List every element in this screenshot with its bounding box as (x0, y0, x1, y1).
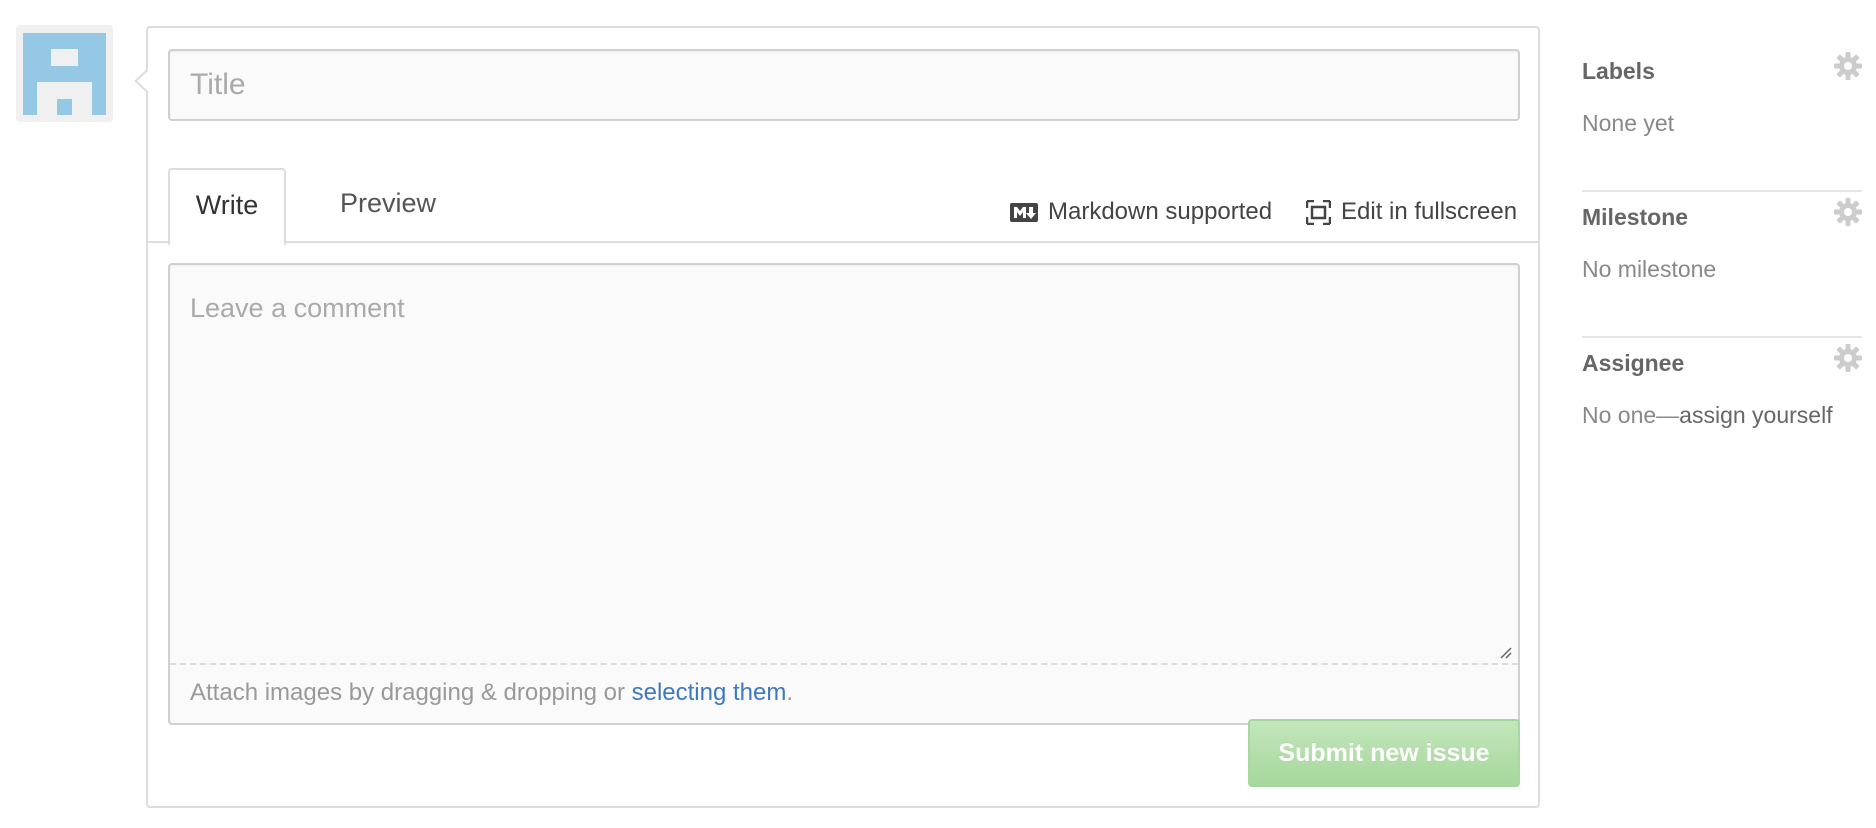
tab-preview[interactable]: Preview (316, 168, 460, 243)
fullscreen-icon (1306, 199, 1331, 225)
assignee-value: No one—assign yourself (1582, 402, 1833, 429)
issue-composer: Write Preview Markdown supported Edit in… (134, 26, 1540, 808)
attach-text: Attach images by dragging & dropping or (190, 679, 632, 706)
title-input[interactable] (168, 49, 1520, 121)
markdown-label: Markdown supported (1048, 198, 1273, 225)
editor-tabs: Write Preview Markdown supported Edit in… (148, 142, 1538, 245)
comment-textarea[interactable] (170, 265, 1518, 663)
labels-value: None yet (1582, 110, 1675, 136)
select-files-link[interactable]: selecting them (632, 679, 787, 706)
assignee-heading: Assignee (1582, 350, 1685, 376)
tab-write[interactable]: Write (168, 168, 286, 245)
milestone-heading: Milestone (1582, 204, 1689, 230)
attach-drop-zone[interactable]: Attach images by dragging & dropping or … (170, 663, 1518, 723)
attach-suffix: . (786, 679, 794, 706)
assignee-gear-icon[interactable] (1834, 344, 1862, 372)
labels-section: Labels None yet (1582, 46, 1862, 192)
submit-new-issue-button[interactable]: Submit new issue (1248, 719, 1520, 787)
fullscreen-button[interactable]: Edit in fullscreen (1306, 194, 1517, 230)
labels-heading: Labels (1582, 58, 1655, 84)
milestone-gear-icon[interactable] (1834, 198, 1862, 226)
markdown-icon (1010, 202, 1038, 222)
assign-yourself-link[interactable]: assign yourself (1679, 402, 1832, 428)
fullscreen-label: Edit in fullscreen (1341, 198, 1518, 225)
comment-box: Attach images by dragging & dropping or … (168, 263, 1520, 725)
milestone-section: Milestone No milestone (1582, 192, 1862, 338)
issue-sidebar: Labels None yet Milestone No milestone A… (1582, 46, 1862, 484)
new-issue-page: Write Preview Markdown supported Edit in… (0, 0, 1876, 828)
assignee-section: Assignee No one—assign yourself (1582, 338, 1862, 484)
resize-handle-icon[interactable] (1500, 647, 1512, 659)
user-avatar[interactable] (16, 25, 113, 122)
labels-gear-icon[interactable] (1834, 52, 1862, 80)
milestone-value: No milestone (1582, 256, 1717, 282)
assignee-none-text: No one— (1582, 402, 1680, 428)
markdown-supported-link[interactable]: Markdown supported (1010, 194, 1272, 230)
identicon-icon (23, 33, 106, 115)
